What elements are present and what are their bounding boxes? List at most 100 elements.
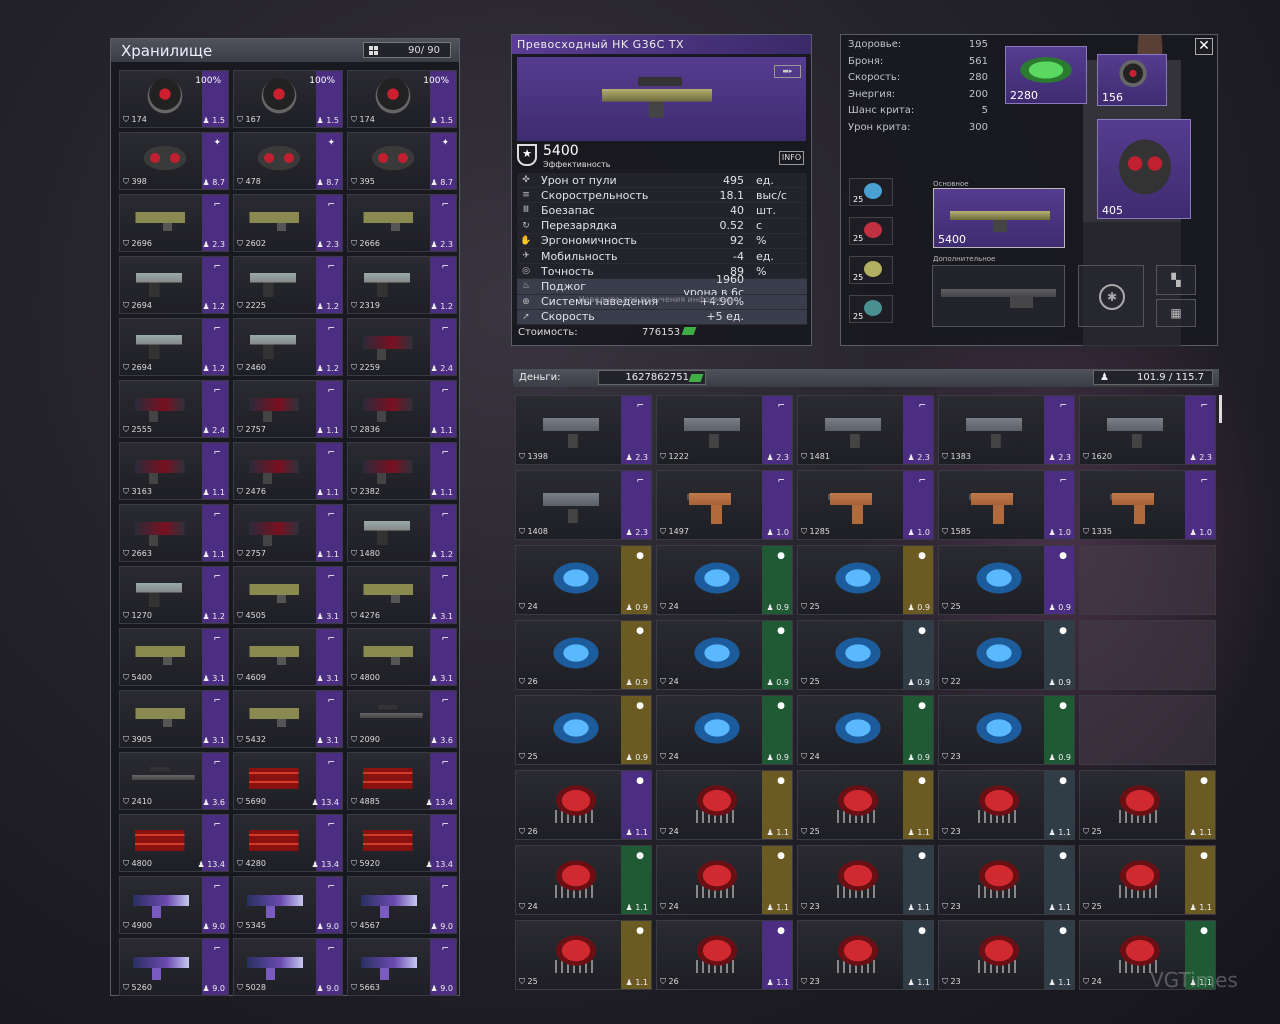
item-slot[interactable]: ⌐ ⛉ 1480 ♟ 1.2 [347, 504, 457, 562]
item-slot[interactable]: ⌐ ⛉ 2555 ♟ 2.4 [119, 380, 229, 438]
item-slot[interactable]: 100% ⛉ 167 ♟ 1.5 [233, 70, 343, 128]
item-slot[interactable]: ⌐ ⛉ 5028 ♟ 9.0 [233, 938, 343, 996]
item-slot[interactable]: ⌐ ⛉ 2460 ♟ 1.2 [233, 318, 343, 376]
item-slot[interactable]: 100% ⛉ 174 ♟ 1.5 [119, 70, 229, 128]
item-slot[interactable]: ● ⛉ 25 ♟ 1.1 [1079, 845, 1216, 915]
item-slot[interactable]: ⌐ ⛉ 2696 ♟ 2.3 [119, 194, 229, 252]
equip-slot-helmet[interactable]: 156 [1097, 54, 1167, 106]
item-slot[interactable]: ⌐ ⛉ 5690 ♟ 13.4 [233, 752, 343, 810]
item-slot[interactable]: ⌐ ⛉ 1383 ♟ 2.3 [938, 395, 1075, 465]
item-slot[interactable]: ⌐ ⛉ 2694 ♟ 1.2 [119, 256, 229, 314]
item-slot[interactable]: ⌐ ⛉ 3163 ♟ 1.1 [119, 442, 229, 500]
item-slot[interactable]: ⌐ ⛉ 5260 ♟ 9.0 [119, 938, 229, 996]
item-slot[interactable]: ● ⛉ 26 ♟ 1.1 [656, 920, 793, 990]
item-slot[interactable]: ⌐ ⛉ 2259 ♟ 2.4 [347, 318, 457, 376]
item-slot[interactable]: ⌐ ⛉ 1408 ♟ 2.3 [515, 470, 652, 540]
item-slot[interactable]: ⌐ ⛉ 1398 ♟ 2.3 [515, 395, 652, 465]
item-slot[interactable]: ⌐ ⛉ 4885 ♟ 13.4 [347, 752, 457, 810]
item-slot[interactable]: ● ⛉ 25 ♟ 1.1 [797, 770, 934, 840]
item-slot[interactable]: ⌐ ⛉ 3905 ♟ 3.1 [119, 690, 229, 748]
item-slot[interactable]: ⌐ ⛉ 4567 ♟ 9.0 [347, 876, 457, 934]
item-slot[interactable]: ● ⛉ 23 ♟ 1.1 [938, 845, 1075, 915]
item-slot[interactable]: ⌐ ⛉ 4800 ♟ 3.1 [347, 628, 457, 686]
item-slot[interactable]: ● ⛉ 22 ♟ 0.9 [938, 620, 1075, 690]
item-slot[interactable]: ● ⛉ 25 ♟ 1.1 [1079, 770, 1216, 840]
item-slot[interactable]: ⌐ ⛉ 2225 ♟ 1.2 [233, 256, 343, 314]
item-slot[interactable]: ● ⛉ 24 ♟ 1.1 [515, 845, 652, 915]
item-slot[interactable]: ✦ ⛉ 395 ♟ 8.7 [347, 132, 457, 190]
item-slot[interactable]: ● ⛉ 23 ♟ 1.1 [938, 770, 1075, 840]
item-slot[interactable]: ● ⛉ 24 ♟ 0.9 [515, 545, 652, 615]
equip-slot-grenade[interactable]: ✱ [1078, 265, 1144, 327]
item-slot[interactable]: ⌐ ⛉ 2694 ♟ 1.2 [119, 318, 229, 376]
item-slot[interactable]: ⌐ ⛉ 2410 ♟ 3.6 [119, 752, 229, 810]
item-slot[interactable]: ● ⛉ 23 ♟ 1.1 [797, 920, 934, 990]
item-slot[interactable]: ● ⛉ 25 ♟ 0.9 [938, 545, 1075, 615]
item-slot[interactable]: ● ⛉ 26 ♟ 0.9 [515, 620, 652, 690]
item-slot[interactable]: ⌐ ⛉ 5400 ♟ 3.1 [119, 628, 229, 686]
close-button[interactable]: ✕ [1195, 38, 1213, 55]
equip-slot-primary[interactable]: 5400 [933, 188, 1065, 248]
quick-slot[interactable]: 25 [849, 217, 893, 245]
quick-slot[interactable]: 25 [849, 178, 893, 206]
empty-slot[interactable] [1079, 545, 1216, 615]
quick-slot[interactable]: 25 [849, 295, 893, 323]
item-slot[interactable]: ⌐ ⛉ 1585 ♟ 1.0 [938, 470, 1075, 540]
item-slot[interactable]: ● ⛉ 25 ♟ 1.1 [515, 920, 652, 990]
item-slot[interactable]: ● ⛉ 24 ♟ 0.9 [656, 695, 793, 765]
item-slot[interactable]: ⌐ ⛉ 4800 ♟ 13.4 [119, 814, 229, 872]
item-slot[interactable]: ⌐ ⛉ 2476 ♟ 1.1 [233, 442, 343, 500]
item-slot[interactable]: ● ⛉ 24 ♟ 1.1 [656, 770, 793, 840]
item-slot[interactable]: ⌐ ⛉ 5663 ♟ 9.0 [347, 938, 457, 996]
item-slot[interactable]: ⌐ ⛉ 2319 ♟ 1.2 [347, 256, 457, 314]
equip-slot-secondary[interactable] [932, 265, 1065, 327]
item-slot[interactable]: ⌐ ⛉ 4505 ♟ 3.1 [233, 566, 343, 624]
item-slot[interactable]: ⌐ ⛉ 4276 ♟ 3.1 [347, 566, 457, 624]
item-slot[interactable]: ● ⛉ 26 ♟ 1.1 [515, 770, 652, 840]
item-slot[interactable]: ⌐ ⛉ 1222 ♟ 2.3 [656, 395, 793, 465]
item-slot[interactable]: ⌐ ⛉ 1481 ♟ 2.3 [797, 395, 934, 465]
item-slot[interactable]: ⌐ ⛉ 2666 ♟ 2.3 [347, 194, 457, 252]
empty-slot[interactable] [1079, 695, 1216, 765]
item-slot[interactable]: ⌐ ⛉ 1270 ♟ 1.2 [119, 566, 229, 624]
item-slot[interactable]: ● ⛉ 25 ♟ 0.9 [797, 620, 934, 690]
item-slot[interactable]: ● ⛉ 23 ♟ 1.1 [938, 920, 1075, 990]
item-slot[interactable]: ⌐ ⛉ 2663 ♟ 1.1 [119, 504, 229, 562]
item-slot[interactable]: ⌐ ⛉ 5345 ♟ 9.0 [233, 876, 343, 934]
item-slot[interactable]: ● ⛉ 23 ♟ 1.1 [797, 845, 934, 915]
item-level: ⛉ 1270 [123, 611, 152, 621]
item-slot[interactable]: ✦ ⛉ 478 ♟ 8.7 [233, 132, 343, 190]
item-slot[interactable]: ⌐ ⛉ 5432 ♟ 3.1 [233, 690, 343, 748]
equip-slot-vest[interactable]: 405 [1097, 119, 1191, 219]
item-slot[interactable]: ● ⛉ 23 ♟ 0.9 [938, 695, 1075, 765]
item-slot[interactable]: ⌐ ⛉ 2602 ♟ 2.3 [233, 194, 343, 252]
item-slot[interactable]: ⌐ ⛉ 2757 ♟ 1.1 [233, 380, 343, 438]
item-slot[interactable]: ⌐ ⛉ 2836 ♟ 1.1 [347, 380, 457, 438]
item-slot[interactable]: ● ⛉ 25 ♟ 0.9 [515, 695, 652, 765]
item-slot[interactable]: ✦ ⛉ 398 ♟ 8.7 [119, 132, 229, 190]
equip-slot-tool[interactable]: ▚ [1156, 265, 1196, 295]
item-slot[interactable]: ⌐ ⛉ 1497 ♟ 1.0 [656, 470, 793, 540]
item-slot[interactable]: ⌐ ⛉ 4609 ♟ 3.1 [233, 628, 343, 686]
item-slot[interactable]: ● ⛉ 24 ♟ 0.9 [656, 620, 793, 690]
item-slot[interactable]: ● ⛉ 24 ♟ 1.1 [656, 845, 793, 915]
inventory-scrollbar[interactable] [1219, 395, 1222, 423]
quick-slot[interactable]: 25 [849, 256, 893, 284]
item-slot[interactable]: ● ⛉ 25 ♟ 0.9 [797, 545, 934, 615]
item-slot[interactable]: 100% ⛉ 174 ♟ 1.5 [347, 70, 457, 128]
item-slot[interactable]: ⌐ ⛉ 1285 ♟ 1.0 [797, 470, 934, 540]
empty-slot[interactable] [1079, 620, 1216, 690]
item-slot[interactable]: ⌐ ⛉ 5920 ♟ 13.4 [347, 814, 457, 872]
item-slot[interactable]: ⌐ ⛉ 2090 ♟ 3.6 [347, 690, 457, 748]
item-slot[interactable]: ⌐ ⛉ 2757 ♟ 1.1 [233, 504, 343, 562]
item-slot[interactable]: ⌐ ⛉ 1335 ♟ 1.0 [1079, 470, 1216, 540]
item-slot[interactable]: ⌐ ⛉ 2382 ♟ 1.1 [347, 442, 457, 500]
item-slot[interactable]: ⌐ ⛉ 1620 ♟ 2.3 [1079, 395, 1216, 465]
item-slot[interactable]: ⌐ ⛉ 4280 ♟ 13.4 [233, 814, 343, 872]
item-slot[interactable]: ⌐ ⛉ 4900 ♟ 9.0 [119, 876, 229, 934]
item-slot[interactable]: ● ⛉ 24 ♟ 0.9 [656, 545, 793, 615]
info-button[interactable]: INFO [779, 151, 804, 165]
equip-slot-backpack[interactable]: 2280 [1005, 46, 1087, 104]
equip-slot-kit[interactable]: ▦ [1156, 299, 1196, 327]
item-slot[interactable]: ● ⛉ 24 ♟ 0.9 [797, 695, 934, 765]
